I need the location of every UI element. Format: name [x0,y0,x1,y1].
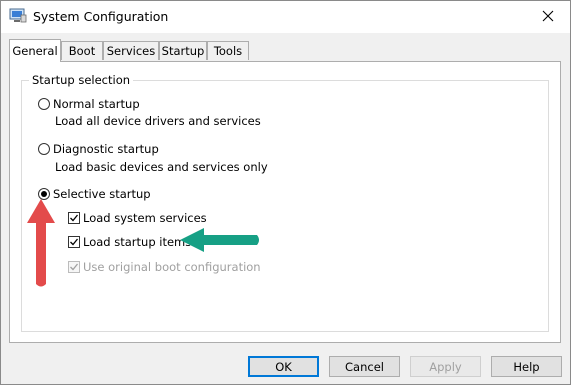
selective-startup-option[interactable]: Selective startup [38,187,151,201]
normal-startup-label[interactable]: Normal startup [53,97,140,111]
tab-services[interactable]: Services [103,41,159,60]
apply-button: Apply [410,356,481,377]
checkmark-icon [70,263,79,271]
use-original-boot-config-label: Use original boot configuration [83,260,261,274]
selective-startup-radio[interactable] [38,188,50,200]
group-legend: Startup selection [29,73,134,87]
system-config-icon [9,8,27,24]
diagnostic-startup-label[interactable]: Diagnostic startup [53,142,159,156]
startup-selection-group: Startup selection Normal startup Load al… [21,73,549,332]
load-startup-items-option[interactable]: Load startup items [68,235,191,249]
load-system-services-checkbox[interactable] [68,212,80,224]
title-bar: System Configuration [1,1,570,33]
normal-startup-description: Load all device drivers and services [55,114,261,128]
use-original-boot-config-option: Use original boot configuration [68,260,261,274]
diagnostic-startup-option[interactable]: Diagnostic startup [38,142,159,156]
tab-startup[interactable]: Startup [159,41,207,60]
close-icon[interactable] [542,10,554,25]
diagnostic-startup-radio[interactable] [38,143,50,155]
load-startup-items-label[interactable]: Load startup items [83,235,191,249]
cancel-button[interactable]: Cancel [329,356,400,377]
ok-button[interactable]: OK [248,356,319,377]
system-configuration-window: System Configuration General Boot Servic… [0,0,571,385]
normal-startup-radio[interactable] [38,98,50,110]
checkmark-icon [70,238,79,246]
selective-startup-label[interactable]: Selective startup [53,187,151,201]
load-system-services-label[interactable]: Load system services [83,211,207,225]
checkmark-icon [70,214,79,222]
window-title: System Configuration [33,9,169,24]
normal-startup-option[interactable]: Normal startup [38,97,140,111]
close-button[interactable] [526,1,570,33]
diagnostic-startup-description: Load basic devices and services only [55,160,268,174]
load-startup-items-checkbox[interactable] [68,236,80,248]
load-system-services-option[interactable]: Load system services [68,211,207,225]
general-tab-panel: Startup selection Normal startup Load al… [9,61,561,343]
tab-tools[interactable]: Tools [207,41,249,60]
help-button[interactable]: Help [491,356,562,377]
use-original-boot-config-checkbox [68,261,80,273]
tab-boot[interactable]: Boot [61,41,103,60]
tab-general[interactable]: General [9,39,61,62]
